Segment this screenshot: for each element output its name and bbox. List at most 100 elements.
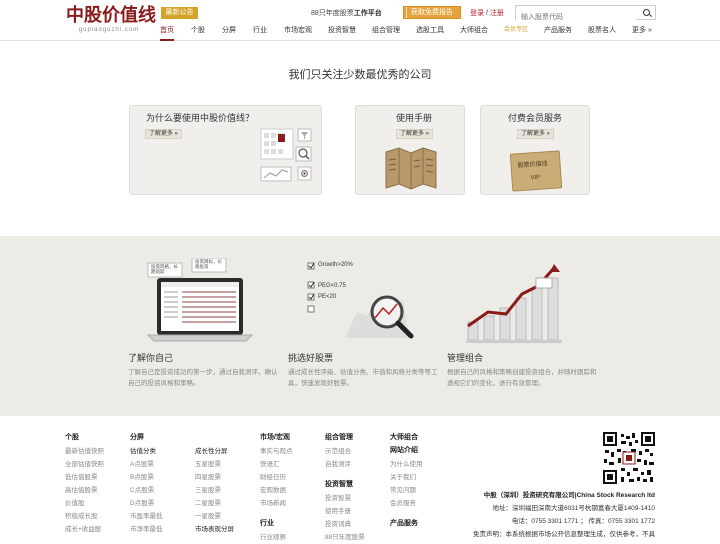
vip-card[interactable]: 付费会员服务 了解更多 » 股票价值线 VIP xyxy=(480,105,590,195)
footer-link[interactable]: 高估值股票 xyxy=(65,484,104,497)
promo-prefix: 88只年度股票 xyxy=(311,10,354,17)
footer-subheading[interactable]: 市场表现分屏 xyxy=(195,523,234,536)
footer-link[interactable]: 为什么使用 xyxy=(390,458,423,471)
footer-link[interactable]: B点股票 xyxy=(130,471,163,484)
footer-col-stocks: 个股 最新估值快照 全部估值快照 低估值股票 高估值股票 价值股 积极成长股 成… xyxy=(65,432,104,536)
footer-link[interactable]: 成长+收益股 xyxy=(65,523,104,536)
footer-heading: 市场/宏观 xyxy=(260,434,290,441)
auth-links: 登录 / 注册 xyxy=(470,8,504,18)
footer-subheading[interactable]: 估值分类 xyxy=(130,445,163,458)
nav-screens[interactable]: 分屏 xyxy=(222,25,236,41)
footer-link[interactable]: C点股票 xyxy=(130,484,163,497)
footer-link[interactable]: 常见问题 xyxy=(390,484,423,497)
card-title: 使用手册 xyxy=(396,113,433,123)
feature-title-manage-portfolio: 管理组合 xyxy=(447,353,484,363)
nav-home[interactable]: 首页 xyxy=(160,25,174,41)
footer-link[interactable]: 投资词典 xyxy=(325,518,365,531)
promo-link[interactable]: 88只年度股票工作平台 xyxy=(311,8,382,18)
check-growth: Growth>20% xyxy=(318,262,353,268)
nav-celebrities[interactable]: 股票名人 xyxy=(588,25,616,41)
footer-heading xyxy=(195,432,234,445)
search-input[interactable] xyxy=(516,11,636,24)
learn-more-button[interactable]: 了解更多 » xyxy=(145,129,183,139)
site-logo[interactable]: 中股价值线 gupiaoguzhi.com xyxy=(66,5,156,36)
nav-industry[interactable]: 行业 xyxy=(253,25,267,41)
logo-domain: gupiaoguzhi.com xyxy=(78,27,140,33)
footer-link[interactable]: 自我测评 xyxy=(325,458,365,471)
promo-bold: 工作平台 xyxy=(353,10,382,17)
footer-link[interactable]: 会员服务 xyxy=(390,497,423,510)
map-manual-icon xyxy=(385,147,437,190)
footer-subheading[interactable]: 成长性分屏 xyxy=(195,445,234,458)
nav-vip[interactable]: 会员专区 xyxy=(504,25,528,41)
site-header: 中股价值线 gupiaoguzhi.com 最新公告 88只年度股票工作平台 获… xyxy=(0,0,720,41)
footer-link[interactable]: 投资智慧 xyxy=(325,492,365,505)
nav-products[interactable]: 产品服务 xyxy=(544,25,572,41)
footer-link[interactable]: 88只年度股票 xyxy=(325,531,365,544)
feature-title-pick-stocks: 挑选好股票 xyxy=(288,353,334,363)
footer-link[interactable]: 价值股 xyxy=(65,497,104,510)
footer-link[interactable]: 市净率最低 xyxy=(130,523,163,536)
footer-link[interactable]: 五星股票 xyxy=(195,458,234,471)
footer-link[interactable]: 关于我们 xyxy=(390,471,423,484)
footer-link[interactable]: 四星股票 xyxy=(195,471,234,484)
footer-heading: 投资智慧 xyxy=(325,481,353,488)
footer-link[interactable]: 行业观察 xyxy=(260,531,293,544)
footer-spacer xyxy=(260,510,293,516)
footer-link[interactable]: 二星股票 xyxy=(195,497,234,510)
search-icon[interactable] xyxy=(643,9,650,16)
register-link[interactable]: 注册 xyxy=(490,10,504,17)
logo-text: 中股价值线 xyxy=(66,5,156,26)
feature-desc-know-yourself: 了解自己是投资成功的第一步，通过自我测评，确认自己的投资风格和策略。 xyxy=(128,369,278,387)
bar-chart-illustration xyxy=(466,264,562,343)
card-title: 付费会员服务 xyxy=(508,113,563,123)
bubble-goal: 投资目标，价值投资 xyxy=(195,259,222,269)
nav-stocks[interactable]: 个股 xyxy=(191,25,205,41)
notice-button[interactable]: 最新公告 xyxy=(161,7,198,19)
footer-link[interactable]: 积极成长股 xyxy=(65,510,104,523)
footer-link[interactable]: 最新估值快照 xyxy=(65,445,104,458)
screens-illustration xyxy=(260,128,312,182)
nav-masters[interactable]: 大师组合 xyxy=(460,25,488,41)
learn-more-button[interactable]: 了解更多 » xyxy=(396,129,434,139)
footer-link[interactable]: 市盈率最低 xyxy=(130,510,163,523)
why-use-card[interactable]: 为什么要使用中股价值线？ 了解更多 » xyxy=(129,105,322,195)
footer-link[interactable]: 事实与观点 xyxy=(260,445,293,458)
footer-link[interactable]: A点股票 xyxy=(130,458,163,471)
footer-col-screens: 分屏 估值分类 A点股票 B点股票 C点股票 D点股票 市盈率最低 市净率最低 xyxy=(130,432,163,536)
footer-link[interactable]: 快语汇 xyxy=(260,458,293,471)
footer-link[interactable]: 示范组合 xyxy=(325,445,365,458)
card-title: 为什么要使用中股价值线？ xyxy=(146,113,255,123)
footer-link[interactable]: 全部估值快照 xyxy=(65,458,104,471)
feature-desc-pick-stocks: 通过成长性评级、估值分类、市值和风格分类等等工具，快速发现好股票。 xyxy=(288,369,438,387)
footer-link[interactable]: 市场新闻 xyxy=(260,497,293,510)
qr-code xyxy=(603,432,655,484)
footer-col-growth: 成长性分屏 五星股票 四星股票 三星股票 二星股票 一星股票 市场表现分屏 xyxy=(195,432,234,536)
vip-card-icon: 股票价值线 VIP xyxy=(509,150,563,192)
disclaimer: 免责声明：本系统根据市场公开信息整理生成，仅供参考，不具 xyxy=(473,531,655,538)
footer-heading: 组合管理 xyxy=(325,434,353,441)
nav-macro[interactable]: 市场宏观 xyxy=(284,25,312,41)
nav-screener[interactable]: 选股工具 xyxy=(416,25,444,41)
login-link[interactable]: 登录 xyxy=(470,10,484,17)
footer-col-masters: 大师组合 网站介绍 为什么使用 关于我们 常见问题 会员服务 产品服务 xyxy=(390,432,423,531)
footer-link[interactable]: 宏观数据 xyxy=(260,484,293,497)
footer-col-portfolio: 组合管理 示范组合 自我测评 投资智慧 投资智慧 使用手册 投资词典 88只年度… xyxy=(325,432,365,544)
nav-wisdom[interactable]: 投资智慧 xyxy=(328,25,356,41)
nav-more[interactable]: 更多 » xyxy=(632,25,652,41)
learn-more-button[interactable]: 了解更多 » xyxy=(517,129,555,139)
footer-link[interactable]: 使用手册 xyxy=(325,505,365,518)
footer-heading: 分屏 xyxy=(130,434,144,441)
footer-link[interactable]: 一星股票 xyxy=(195,510,234,523)
free-report-button[interactable]: 获取免费报告 xyxy=(403,6,461,19)
feature-title-know-yourself: 了解你自己 xyxy=(128,353,174,363)
footer-link[interactable]: 财经日历 xyxy=(260,471,293,484)
nav-portfolio[interactable]: 组合管理 xyxy=(372,25,400,41)
footer-link[interactable]: 低估值股票 xyxy=(65,471,104,484)
manual-card[interactable]: 使用手册 了解更多 » xyxy=(355,105,465,195)
footer-link[interactable]: D点股票 xyxy=(130,497,163,510)
vip-label: VIP xyxy=(530,174,541,182)
footer-link[interactable]: 三星股票 xyxy=(195,484,234,497)
footer-heading: 个股 xyxy=(65,434,79,441)
check-peg: PEG<0.75 xyxy=(318,283,346,289)
